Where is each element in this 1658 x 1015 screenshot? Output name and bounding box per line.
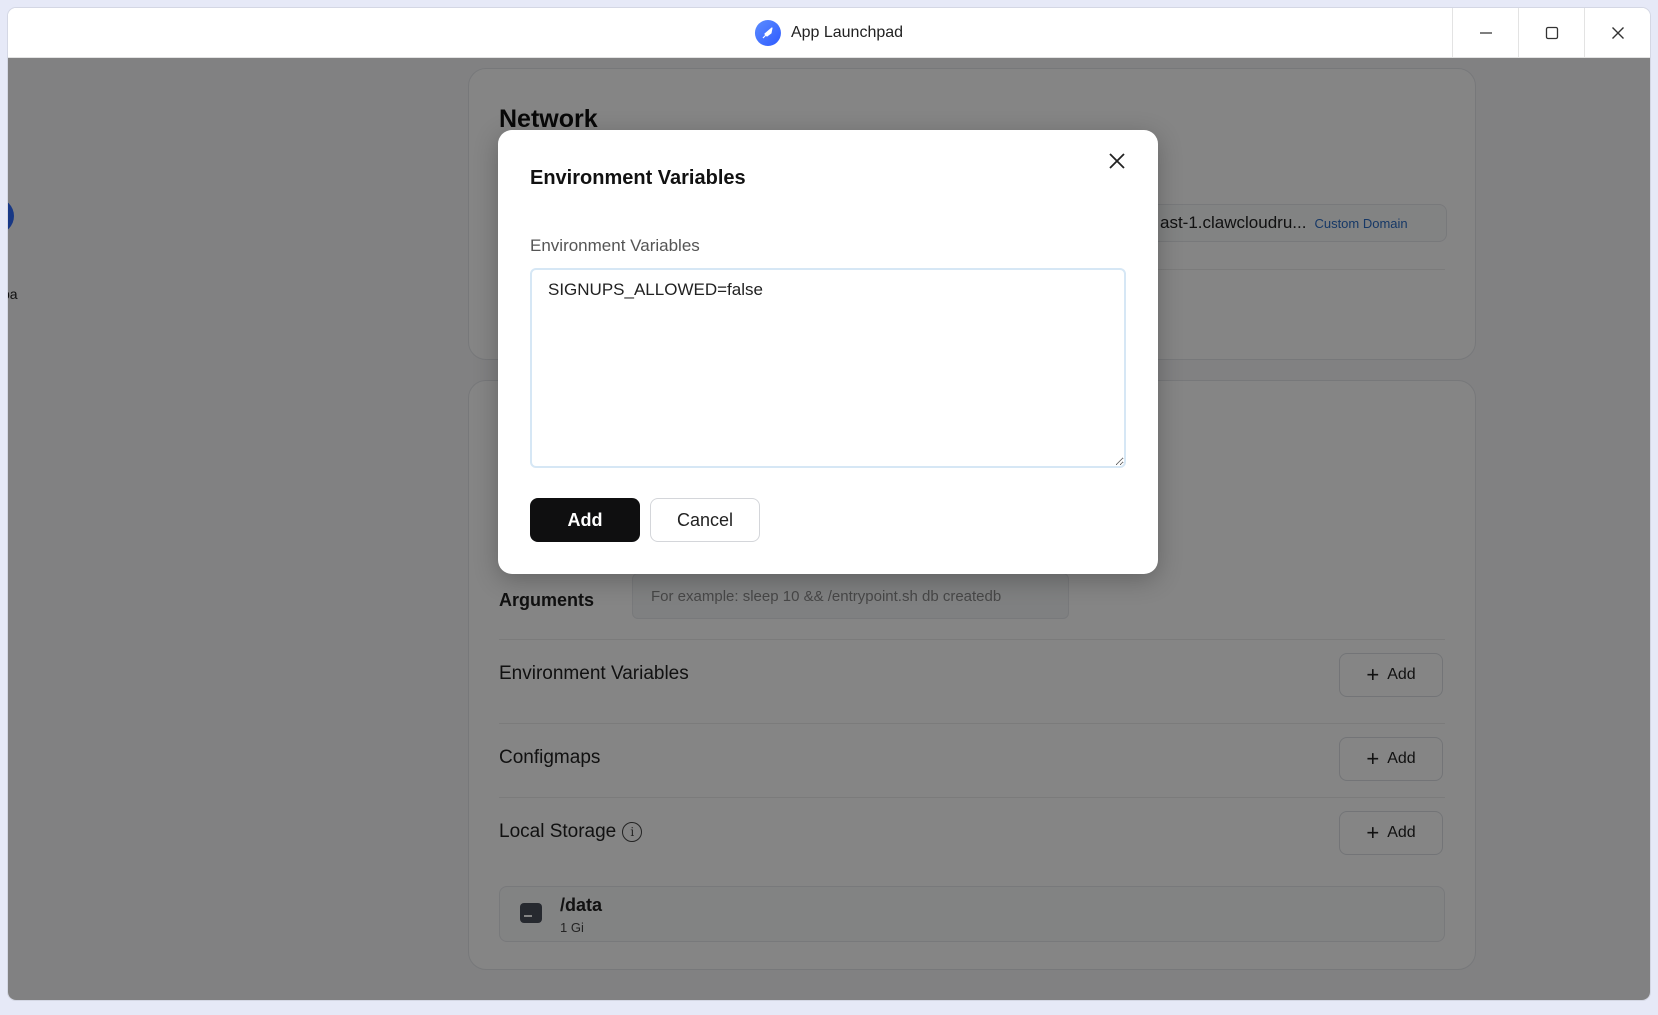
- window-close-button[interactable]: [1584, 8, 1650, 58]
- close-icon: [1109, 153, 1125, 169]
- env-vars-field-label: Environment Variables: [530, 236, 700, 255]
- env-vars-modal: Environment Variables Environment Variab…: [498, 130, 1158, 574]
- env-vars-textarea[interactable]: SIGNUPS_ALLOWED=false: [530, 268, 1126, 468]
- modal-cancel-button[interactable]: Cancel: [650, 498, 760, 542]
- minimize-icon: [1479, 32, 1492, 34]
- close-icon: [1611, 27, 1624, 39]
- modal-close-button[interactable]: [1102, 146, 1132, 176]
- window-title: App Launchpad: [790, 24, 904, 41]
- minimize-button[interactable]: [1452, 8, 1518, 58]
- rocket-icon: [754, 20, 781, 46]
- maximize-icon: [1545, 26, 1558, 40]
- title-group: App Launchpad: [754, 8, 904, 58]
- maximize-button[interactable]: [1518, 8, 1584, 58]
- title-bar[interactable]: App Launchpad: [8, 8, 1650, 58]
- modal-title: Environment Variables: [530, 167, 746, 189]
- modal-add-button[interactable]: Add: [530, 498, 640, 542]
